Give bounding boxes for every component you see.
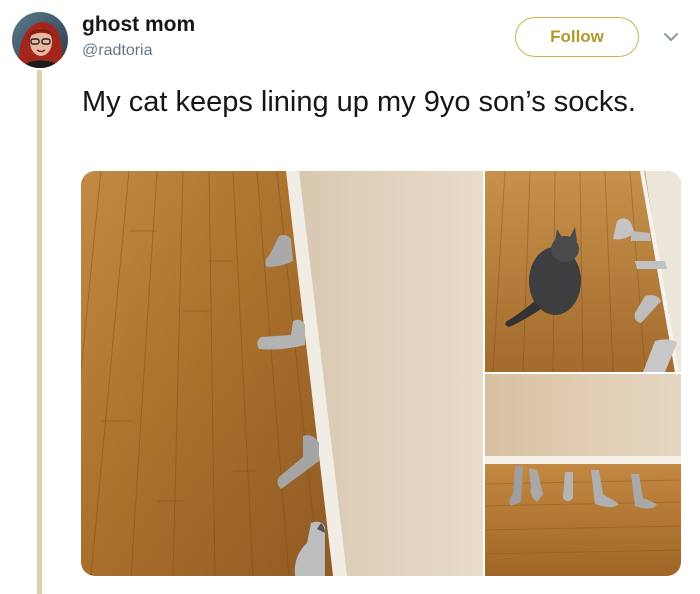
avatar[interactable] bbox=[12, 12, 68, 68]
follow-button[interactable]: Follow bbox=[515, 17, 639, 57]
photo-socks-lined-up[interactable] bbox=[485, 374, 681, 576]
photo-hallway-socks[interactable] bbox=[81, 171, 483, 576]
display-name[interactable]: ghost mom bbox=[82, 13, 195, 37]
user-handle[interactable]: @radtoria bbox=[82, 42, 153, 60]
avatar-image bbox=[12, 12, 68, 68]
tweet-media-grid bbox=[81, 171, 681, 576]
tweet-text: My cat keeps lining up my 9yo son’s sock… bbox=[82, 86, 636, 118]
photo-cat-with-socks[interactable] bbox=[485, 171, 681, 372]
chevron-down-icon[interactable] bbox=[662, 28, 680, 46]
thread-line bbox=[37, 70, 42, 594]
